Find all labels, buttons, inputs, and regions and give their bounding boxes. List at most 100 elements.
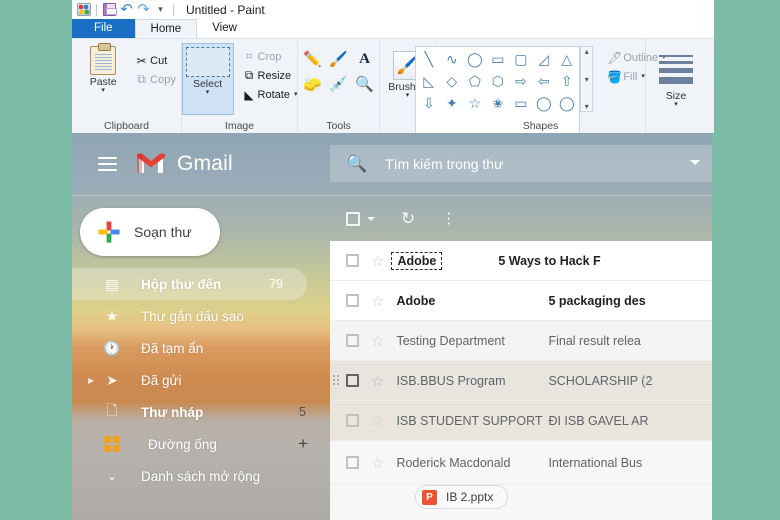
paint-logo-icon[interactable] [75,1,92,18]
row-checkbox[interactable] [346,374,359,387]
search-options-chevron-icon[interactable] [690,160,700,165]
shape-pentagon-icon[interactable]: ⬠ [469,74,481,88]
size-button[interactable]: Size ▾ [654,47,698,133]
compose-button[interactable]: Soạn thư [80,208,220,256]
expand-arrow-icon[interactable]: ▶ [88,376,94,385]
cut-button[interactable]: ✂ Cut [129,51,176,70]
paint-window-title: Untitled - Paint [186,2,265,17]
color-picker-icon[interactable]: 💉 [329,77,348,92]
sidebar-item-starred[interactable]: ★ Thư gắn dấu sao [72,300,330,332]
paste-dropdown-caret[interactable]: ▾ [101,87,105,94]
select-dropdown-caret[interactable]: ▾ [206,89,210,96]
tab-view[interactable]: View [197,19,252,38]
sidebar-item-label: Thư gắn dấu sao [141,308,244,324]
shape-down-arrow-icon[interactable]: ⇩ [423,96,435,110]
shapes-scroll-up-icon[interactable]: ▴ [585,47,589,56]
shape-polygon-icon[interactable]: ◿ [538,52,549,66]
eraser-icon[interactable]: 🧽 [303,77,322,92]
star-icon[interactable]: ☆ [371,372,384,390]
add-meeting-icon[interactable]: + [298,434,308,454]
shape-rounded-rectangle-icon[interactable]: ▢ [514,52,527,66]
select-button[interactable]: Select ▾ [181,43,234,115]
shape-rounded-callout-icon[interactable]: ▭ [514,96,527,110]
magnifier-icon[interactable]: 🔍 [355,77,374,92]
drafts-count-badge: 5 [299,405,306,419]
refresh-icon[interactable]: ↻ [401,209,415,229]
shape-oval-callout-icon[interactable]: ◯ [536,96,552,110]
shapes-scroll-down-icon[interactable]: ▾ [585,75,589,84]
save-icon[interactable] [101,1,118,18]
shape-oval-icon[interactable]: ◯ [467,52,483,66]
shape-up-arrow-icon[interactable]: ⇧ [561,74,573,88]
scissors-icon: ✂ [136,53,147,68]
row-checkbox[interactable] [346,414,359,427]
shapes-expand-icon[interactable]: ▾ [585,102,589,111]
clipboard-group-label: Clipboard [104,120,149,132]
pencil-icon[interactable]: ✏️ [303,52,322,67]
size-dropdown-caret[interactable]: ▾ [674,101,678,108]
sidebar-item-meet[interactable]: Đường ống + [72,428,330,460]
table-row[interactable]: ☆ Testing Department Final result relea [330,321,712,361]
sidebar-item-snoozed[interactable]: 🕐 Đã tạm ẩn [72,332,330,364]
row-checkbox[interactable] [346,456,359,469]
table-row[interactable]: ☆ ISB STUDENT SUPPORT ĐI ISB GAVEL AR [330,401,712,441]
sender-name: Roderick Macdonald [396,455,511,470]
row-checkbox[interactable] [346,254,359,267]
attachment-filename: IB 2.pptx [446,490,494,504]
shape-four-point-star-icon[interactable]: ✦ [446,96,458,110]
shape-right-triangle-icon[interactable]: ◺ [423,74,434,88]
sidebar-item-expand-list[interactable]: ⌄ Danh sách mở rộng [72,460,330,492]
shape-triangle-icon[interactable]: △ [561,52,572,66]
star-icon[interactable]: ☆ [371,252,384,270]
attachment-chip[interactable]: P IB 2.pptx [415,485,509,509]
table-row[interactable]: ☆ Adobe 5 packaging des [330,281,712,321]
sidebar-item-label: Danh sách mở rộng [141,468,261,484]
shape-cloud-callout-icon[interactable]: ◯ [559,96,575,110]
shape-line-icon[interactable]: ╲ [425,52,433,66]
row-checkbox[interactable] [346,334,359,347]
undo-icon[interactable]: ↶ [118,1,135,18]
shape-curve-icon[interactable]: ∿ [446,52,458,66]
paint-ribbon-tabs: File Home View [72,19,714,38]
shape-hexagon-icon[interactable]: ⬡ [492,74,504,88]
shape-six-point-star-icon[interactable]: ✬ [492,96,504,110]
star-icon[interactable]: ☆ [371,412,384,430]
shape-right-arrow-icon[interactable]: ⇨ [515,74,527,88]
table-row[interactable]: ☆ Adobe 5 Ways to Hack F [330,241,712,281]
sidebar-item-sent[interactable]: ▶ ➤ Đã gửi [72,364,330,396]
star-icon[interactable]: ☆ [371,332,384,350]
main-menu-icon[interactable] [98,157,117,171]
select-all-chevron-icon[interactable] [367,216,375,221]
shape-rectangle-icon[interactable]: ▭ [491,52,504,66]
shape-five-point-star-icon[interactable]: ☆ [469,96,482,110]
redo-icon[interactable]: ↷ [135,1,152,18]
row-checkbox[interactable] [346,294,359,307]
gmail-brand-label: Gmail [177,152,233,175]
fill-with-color-icon[interactable]: 🖌️ [329,52,348,67]
resize-button[interactable]: ⧉ Resize [237,66,298,85]
star-icon[interactable]: ☆ [371,454,384,472]
toolbar-divider [96,3,97,16]
sidebar-item-label: Đã gửi [141,372,182,388]
select-all-checkbox[interactable] [346,211,360,226]
customize-quick-access-icon[interactable]: ▾ [152,1,169,18]
crop-button[interactable]: ⌗ Crop [237,47,298,66]
sidebar-item-drafts[interactable]: 🗋 Thư nháp 5 [72,396,330,428]
star-icon[interactable]: ☆ [371,292,384,310]
shapes-scrollbar[interactable]: ▴ ▾ ▾ [580,46,594,112]
shape-left-arrow-icon[interactable]: ⇦ [538,74,550,88]
more-options-icon[interactable]: ⋮ [441,211,456,226]
tab-file[interactable]: File [72,19,135,38]
table-row[interactable]: ☆ ISB.BBUS Program SCHOLARSHIP (2 [330,361,712,401]
copy-button[interactable]: ⧉ Copy [129,70,175,89]
search-input[interactable]: 🔍 Tìm kiếm trong thư [330,145,712,182]
fill-dropdown-caret[interactable]: ▾ [641,73,645,80]
email-subject: SCHOLARSHIP (2 [548,373,653,388]
table-row[interactable]: ☆ Roderick Macdonald International Bus [330,441,712,485]
drag-handle-icon[interactable] [333,374,341,387]
shape-diamond-icon[interactable]: ◇ [446,74,457,88]
rotate-button[interactable]: ◣ Rotate ▾ [237,85,297,104]
tab-home[interactable]: Home [134,19,198,38]
sidebar-item-inbox[interactable]: ▤ Hộp thư đến 79 [72,268,307,300]
text-tool-icon[interactable]: A [359,52,370,67]
